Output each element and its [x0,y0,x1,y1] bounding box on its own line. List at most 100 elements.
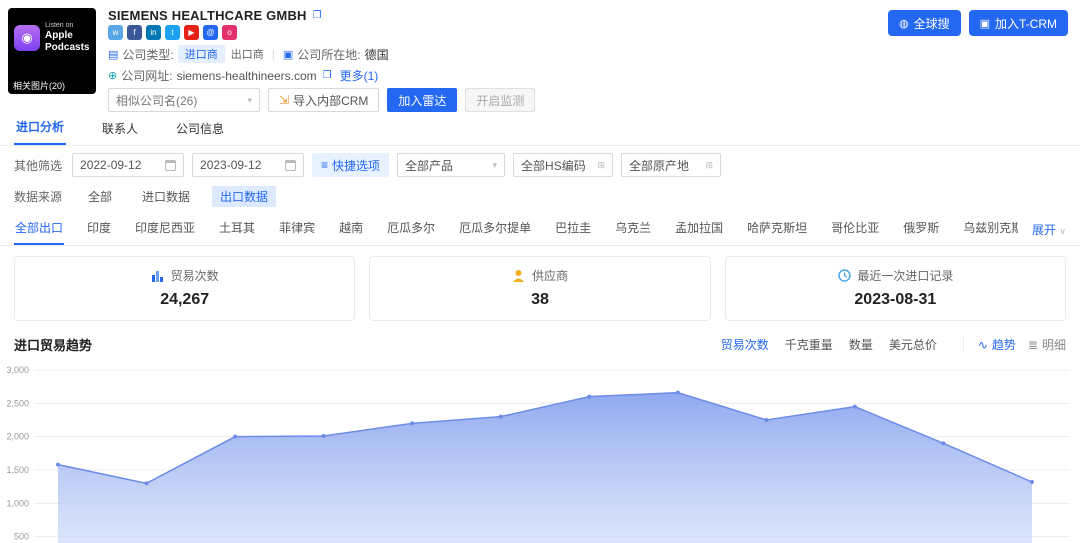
expand-label: 展开 [1032,223,1056,237]
linkedin-icon[interactable]: in [146,25,161,40]
origin-filter-select[interactable]: 全部原产地 ⊞ [621,153,721,177]
view-toggle-label: 明细 [1042,336,1066,353]
trade-count-value: 24,267 [15,291,354,309]
expand-link[interactable]: 展开 ∨ [1032,217,1066,245]
globe-icon: ◍ [899,17,909,30]
company-logo: ◉ Listen on Apple Podcasts 相关图片(20) [8,8,96,94]
calendar-icon [285,160,296,171]
add-tcrm-button[interactable]: ▣ 加入T-CRM [969,10,1068,36]
metric-toggle[interactable]: 千克重量 [785,336,833,353]
svg-text:1,000: 1,000 [6,498,29,508]
country-tab[interactable]: 印度尼西亚 [134,215,196,245]
metric-toggle[interactable]: 数量 [849,336,873,353]
import-crm-button[interactable]: ⇲ 导入内部CRM [268,88,379,112]
view-toggle-label: 趋势 [992,336,1016,353]
location-value: 德国 [365,46,389,63]
country-tab[interactable]: 厄瓜多尔提单 [458,215,532,245]
instagram-icon[interactable]: o [222,25,237,40]
country-tab[interactable]: 土耳其 [218,215,256,245]
country-tab[interactable]: 乌克兰 [614,215,652,245]
country-tab[interactable]: 乌兹别克斯坦 [962,215,1018,245]
twitter-icon[interactable]: t [165,25,180,40]
date-from-value: 2022-09-12 [80,158,141,172]
copy-company-name-icon[interactable]: ❐ [313,10,322,21]
add-radar-label: 加入雷达 [398,92,446,109]
related-images-caption[interactable]: 相关图片(20) [8,77,96,94]
data-source-options: 全部进口数据出口数据 [80,186,276,207]
website-icon: ⊕ [108,69,117,82]
copy-website-icon[interactable]: ❐ [323,70,332,81]
exporter-tag[interactable]: 出口商 [231,46,264,62]
date-from-input[interactable]: 2022-09-12 [72,153,184,177]
clock-icon [837,269,851,283]
crm-icon: ▣ [980,17,990,30]
country-tab[interactable]: 巴拉圭 [554,215,592,245]
other-filter-label[interactable]: 其他筛选 [14,157,62,174]
importer-tag[interactable]: 进口商 [178,45,225,63]
supplier-icon [512,269,526,283]
chevron-down-icon: ▾ [247,95,252,106]
supplier-card: 供应商 38 [369,256,710,321]
country-tab[interactable]: 俄罗斯 [902,215,940,245]
svg-text:1,500: 1,500 [6,465,29,475]
country-tab[interactable]: 菲律宾 [278,215,316,245]
product-filter-value: 全部产品 [405,157,453,174]
view-toggle-trend[interactable]: ∿ 趋势 [978,336,1016,353]
start-monitor-button[interactable]: 开启监测 [465,88,535,112]
website-value[interactable]: siemens-healthineers.com [177,69,317,83]
product-filter-select[interactable]: 全部产品 ▾ [397,153,505,177]
trend-icon: ∿ [978,338,988,352]
more-link[interactable]: 更多(1) [340,67,379,84]
data-source-option[interactable]: 进口数据 [134,186,198,207]
date-to-value: 2023-09-12 [200,158,261,172]
country-tab[interactable]: 厄瓜多尔 [386,215,436,245]
start-monitor-label: 开启监测 [476,92,524,109]
country-tab[interactable]: 孟加拉国 [674,215,724,245]
quick-options-button[interactable]: ≡ 快捷选项 [312,153,389,177]
company-name: SIEMENS HEALTHCARE GMBH [108,8,307,23]
country-tab[interactable]: 印度 [86,215,112,245]
hs-code-filter-select[interactable]: 全部HS编码 ⊞ [513,153,613,177]
view-toggle-detail[interactable]: ≣ 明细 [1028,336,1066,353]
main-tab[interactable]: 联系人 [100,120,140,145]
country-tab-bar: 全部出口印度印度尼西亚土耳其菲律宾越南厄瓜多尔厄瓜多尔提单巴拉圭乌克兰孟加拉国哈… [0,213,1080,246]
chevron-down-icon: ▾ [493,160,498,171]
import-icon: ⇲ [279,93,289,107]
email-icon[interactable]: @ [203,25,218,40]
date-to-input[interactable]: 2023-09-12 [192,153,304,177]
country-tab[interactable]: 越南 [338,215,364,245]
company-type-icon: ▤ [108,48,118,61]
stat-cards: 贸易次数 24,267 供应商 38 最近一次进口记录 2023-08-31 [0,246,1080,327]
company-type-label: 公司类型: [122,46,173,63]
add-radar-button[interactable]: 加入雷达 [387,88,457,112]
list-icon: ⊞ [706,160,714,171]
company-header: ◉ Listen on Apple Podcasts 相关图片(20) SIEM… [0,0,1080,116]
main-tab[interactable]: 公司信息 [174,120,226,145]
origin-filter-value: 全部原产地 [629,157,689,174]
metric-toggle[interactable]: 美元总价 [889,336,937,353]
global-search-label: 全球搜 [914,15,950,32]
country-tab[interactable]: 哈萨克斯坦 [746,215,808,245]
global-search-button[interactable]: ◍ 全球搜 [888,10,961,36]
data-source-option[interactable]: 出口数据 [212,186,276,207]
country-tab[interactable]: 哥伦比亚 [830,215,880,245]
trade-count-card: 贸易次数 24,267 [14,256,355,321]
weibo-icon[interactable]: w [108,25,123,40]
trend-area-chart: 05001,0001,5002,0002,5003,0002022-092022… [0,356,1080,543]
metric-toggle[interactable]: 贸易次数 [721,336,769,353]
main-tab[interactable]: 进口分析 [14,118,66,145]
similar-companies-select[interactable]: 相似公司名(26) ▾ [108,88,260,112]
last-import-card: 最近一次进口记录 2023-08-31 [725,256,1066,321]
country-tab[interactable]: 全部出口 [14,215,64,245]
data-source-option[interactable]: 全部 [80,186,120,207]
data-source-row: 数据来源 全部进口数据出口数据 [0,182,1080,213]
chart-title: 进口贸易趋势 [14,335,92,354]
view-toggle-group: ∿ 趋势 ≣ 明细 [963,336,1066,353]
detail-icon: ≣ [1028,338,1038,352]
svg-text:3,000: 3,000 [6,365,29,375]
facebook-icon[interactable]: f [127,25,142,40]
youtube-icon[interactable]: ▶ [184,25,199,40]
metric-toggle-group: 贸易次数千克重量数量美元总价 [721,336,937,353]
bar-chart-icon [151,269,165,283]
last-import-value: 2023-08-31 [726,291,1065,309]
